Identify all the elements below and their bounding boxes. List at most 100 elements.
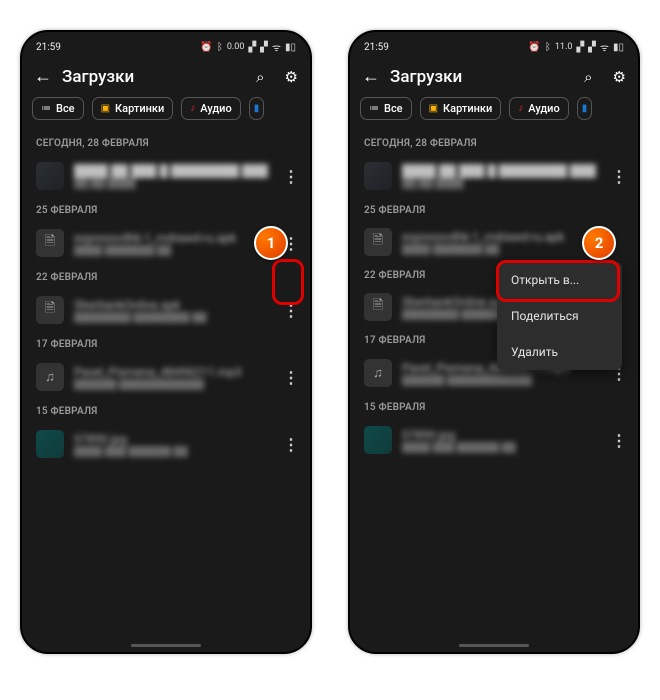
back-icon[interactable]: ← <box>362 66 380 87</box>
sig2-icon: ▞ <box>588 42 596 53</box>
chip-pictures[interactable]: ▣ Картинки <box>92 97 174 120</box>
phone-left: 21:59 ⏰ ᛒ 0.00 ▞ ▞ ᯤ ▮▯ ← Загрузки ⌕ ⚙ ≔… <box>20 30 312 654</box>
doc-icon: ▮ <box>254 103 260 114</box>
bt-icon: ᛒ <box>217 42 223 53</box>
list-item[interactable]: 07890.jpg████ ███ ██████ ██ ⋮ <box>22 423 310 465</box>
date-header: СЕГОДНЯ, 28 ФЕВРАЛЯ <box>22 130 310 155</box>
status-bar: 21:59 ⏰ ᛒ 11.0 ▞ ▞ ᯤ ▮▯ <box>350 32 638 58</box>
menu-share[interactable]: Поделиться <box>497 298 622 334</box>
nav-indicator <box>131 644 201 647</box>
date-header: СЕГОДНЯ, 28 ФЕВРАЛЯ <box>350 130 638 155</box>
page-title: Загрузки <box>62 67 246 87</box>
chip-all[interactable]: ≔Все <box>360 97 412 120</box>
list-icon: ≔ <box>41 103 51 114</box>
search-icon[interactable]: ⌕ <box>584 68 592 86</box>
thumbnail <box>364 162 392 190</box>
phone-right: 21:59 ⏰ ᛒ 11.0 ▞ ▞ ᯤ ▮▯ ← Загрузки ⌕ ⚙ ≔… <box>348 30 640 654</box>
date-header: 22 ФЕВРАЛЯ <box>22 264 310 289</box>
status-bar: 21:59 ⏰ ᛒ 0.00 ▞ ▞ ᯤ ▮▯ <box>22 32 310 58</box>
battery-icon: ▮▯ <box>613 42 624 53</box>
back-icon[interactable]: ← <box>34 66 52 87</box>
chip-pictures-label: Картинки <box>115 102 164 115</box>
page-title: Загрузки <box>390 67 574 87</box>
nav-indicator <box>459 644 529 647</box>
file-text: SberbankOnline.apk████████ ████████ ██ <box>74 298 268 323</box>
sig2-icon: ▞ <box>260 42 268 53</box>
chip-audio-label: Аудио <box>528 102 559 115</box>
file-text: 07890.jpg████ ███ ██████ ██ <box>402 428 596 453</box>
file-text: ████ ██ ███ █ ████████ ██████ ██ ████ <box>402 164 596 189</box>
more-button[interactable]: ⋮ <box>278 362 304 392</box>
file-text: ████ ██ ███ █ ████████ ██████ ██ ████ <box>74 164 268 189</box>
search-icon[interactable]: ⌕ <box>256 68 264 86</box>
wifi-icon: ᯤ <box>272 40 281 54</box>
wifi-icon: ᯤ <box>600 40 609 54</box>
audio-icon: ♪ <box>518 103 523 114</box>
filter-chips: ≔Все ▣ Картинки ♪ Аудио ▮ <box>350 97 638 130</box>
settings-icon[interactable]: ⚙ <box>613 68 626 86</box>
chip-pictures[interactable]: ▣ Картинки <box>420 97 502 120</box>
list-item[interactable]: 07890.jpg████ ███ ██████ ██ ⋮ <box>350 419 638 461</box>
audio-icon: ♪ <box>190 103 195 114</box>
date-header: 15 ФЕВРАЛЯ <box>350 394 638 419</box>
chip-audio[interactable]: ♪ Аудио <box>181 97 240 120</box>
net-speed: 0.00 <box>227 42 245 52</box>
status-icons: ⏰ ᛒ 0.00 ▞ ▞ ᯤ ▮▯ <box>200 40 296 54</box>
list-item[interactable]: ████ ██ ███ █ ████████ ██████ ██ ████ ⋮ <box>350 155 638 197</box>
list-item[interactable]: ♫ Pavel_Pismena_48496211.mp3██████ █████… <box>22 356 310 398</box>
battery-icon: ▮▯ <box>285 42 296 53</box>
file-icon: 🗎 <box>36 296 64 324</box>
list-item[interactable]: 🗎 SberbankOnline.apk████████ ████████ ██… <box>22 289 310 331</box>
more-button[interactable]: ⋮ <box>278 161 304 191</box>
more-button[interactable]: ⋮ <box>278 295 304 325</box>
more-button[interactable]: ⋮ <box>278 429 304 459</box>
step-badge-2: 2 <box>582 226 616 260</box>
file-icon: 🗎 <box>364 228 392 256</box>
file-text: expressvdhk-1_mdrawd-ru.apk████ ███████ … <box>74 231 268 256</box>
chip-all-label: Все <box>56 102 75 115</box>
image-icon: ▣ <box>101 103 110 114</box>
thumbnail <box>36 162 64 190</box>
chip-audio[interactable]: ♪ Аудио <box>509 97 568 120</box>
status-icons: ⏰ ᛒ 11.0 ▞ ▞ ᯤ ▮▯ <box>528 40 624 54</box>
doc-icon: ▮ <box>582 103 588 114</box>
thumbnail <box>36 430 64 458</box>
sig1-icon: ▞ <box>576 42 584 53</box>
list-icon: ≔ <box>369 103 379 114</box>
file-icon: 🗎 <box>36 229 64 257</box>
alarm-icon: ⏰ <box>200 42 212 53</box>
file-icon: 🗎 <box>364 293 392 321</box>
menu-open-in[interactable]: Открыть в... <box>497 262 622 298</box>
list-item[interactable]: ████ ██ ███ █ ████████ ██████ ██ ████ ⋮ <box>22 155 310 197</box>
settings-icon[interactable]: ⚙ <box>285 68 298 86</box>
music-icon: ♫ <box>36 363 64 391</box>
chip-docs[interactable]: ▮ <box>249 97 265 120</box>
date-header: 15 ФЕВРАЛЯ <box>22 398 310 423</box>
file-text: 07890.jpg████ ███ ██████ ██ <box>74 432 268 457</box>
bt-icon: ᛒ <box>545 42 551 53</box>
net-speed: 11.0 <box>555 42 573 52</box>
sig1-icon: ▞ <box>248 42 256 53</box>
more-button[interactable]: ⋮ <box>606 161 632 191</box>
step-badge-1: 1 <box>254 226 288 260</box>
file-text: Pavel_Pismena_48496211.mp3██████ ███████… <box>74 365 268 390</box>
status-time: 21:59 <box>364 42 389 53</box>
thumbnail <box>364 426 392 454</box>
app-bar: ← Загрузки ⌕ ⚙ <box>350 58 638 97</box>
image-icon: ▣ <box>429 103 438 114</box>
more-button[interactable]: ⋮ <box>606 425 632 455</box>
chip-pictures-label: Картинки <box>443 102 492 115</box>
context-menu: Открыть в... Поделиться Удалить <box>497 262 622 370</box>
app-bar: ← Загрузки ⌕ ⚙ <box>22 58 310 97</box>
date-header: 25 ФЕВРАЛЯ <box>22 197 310 222</box>
chip-docs[interactable]: ▮ <box>577 97 593 120</box>
downloads-list: СЕГОДНЯ, 28 ФЕВРАЛЯ ████ ██ ███ █ ██████… <box>22 130 310 475</box>
chip-audio-label: Аудио <box>200 102 231 115</box>
music-icon: ♫ <box>364 359 392 387</box>
filter-chips: ≔ Все ▣ Картинки ♪ Аудио ▮ <box>22 97 310 130</box>
chip-all[interactable]: ≔ Все <box>32 97 84 120</box>
date-header: 25 ФЕВРАЛЯ <box>350 197 638 222</box>
menu-delete[interactable]: Удалить <box>497 334 622 370</box>
alarm-icon: ⏰ <box>528 42 540 53</box>
date-header: 17 ФЕВРАЛЯ <box>22 331 310 356</box>
